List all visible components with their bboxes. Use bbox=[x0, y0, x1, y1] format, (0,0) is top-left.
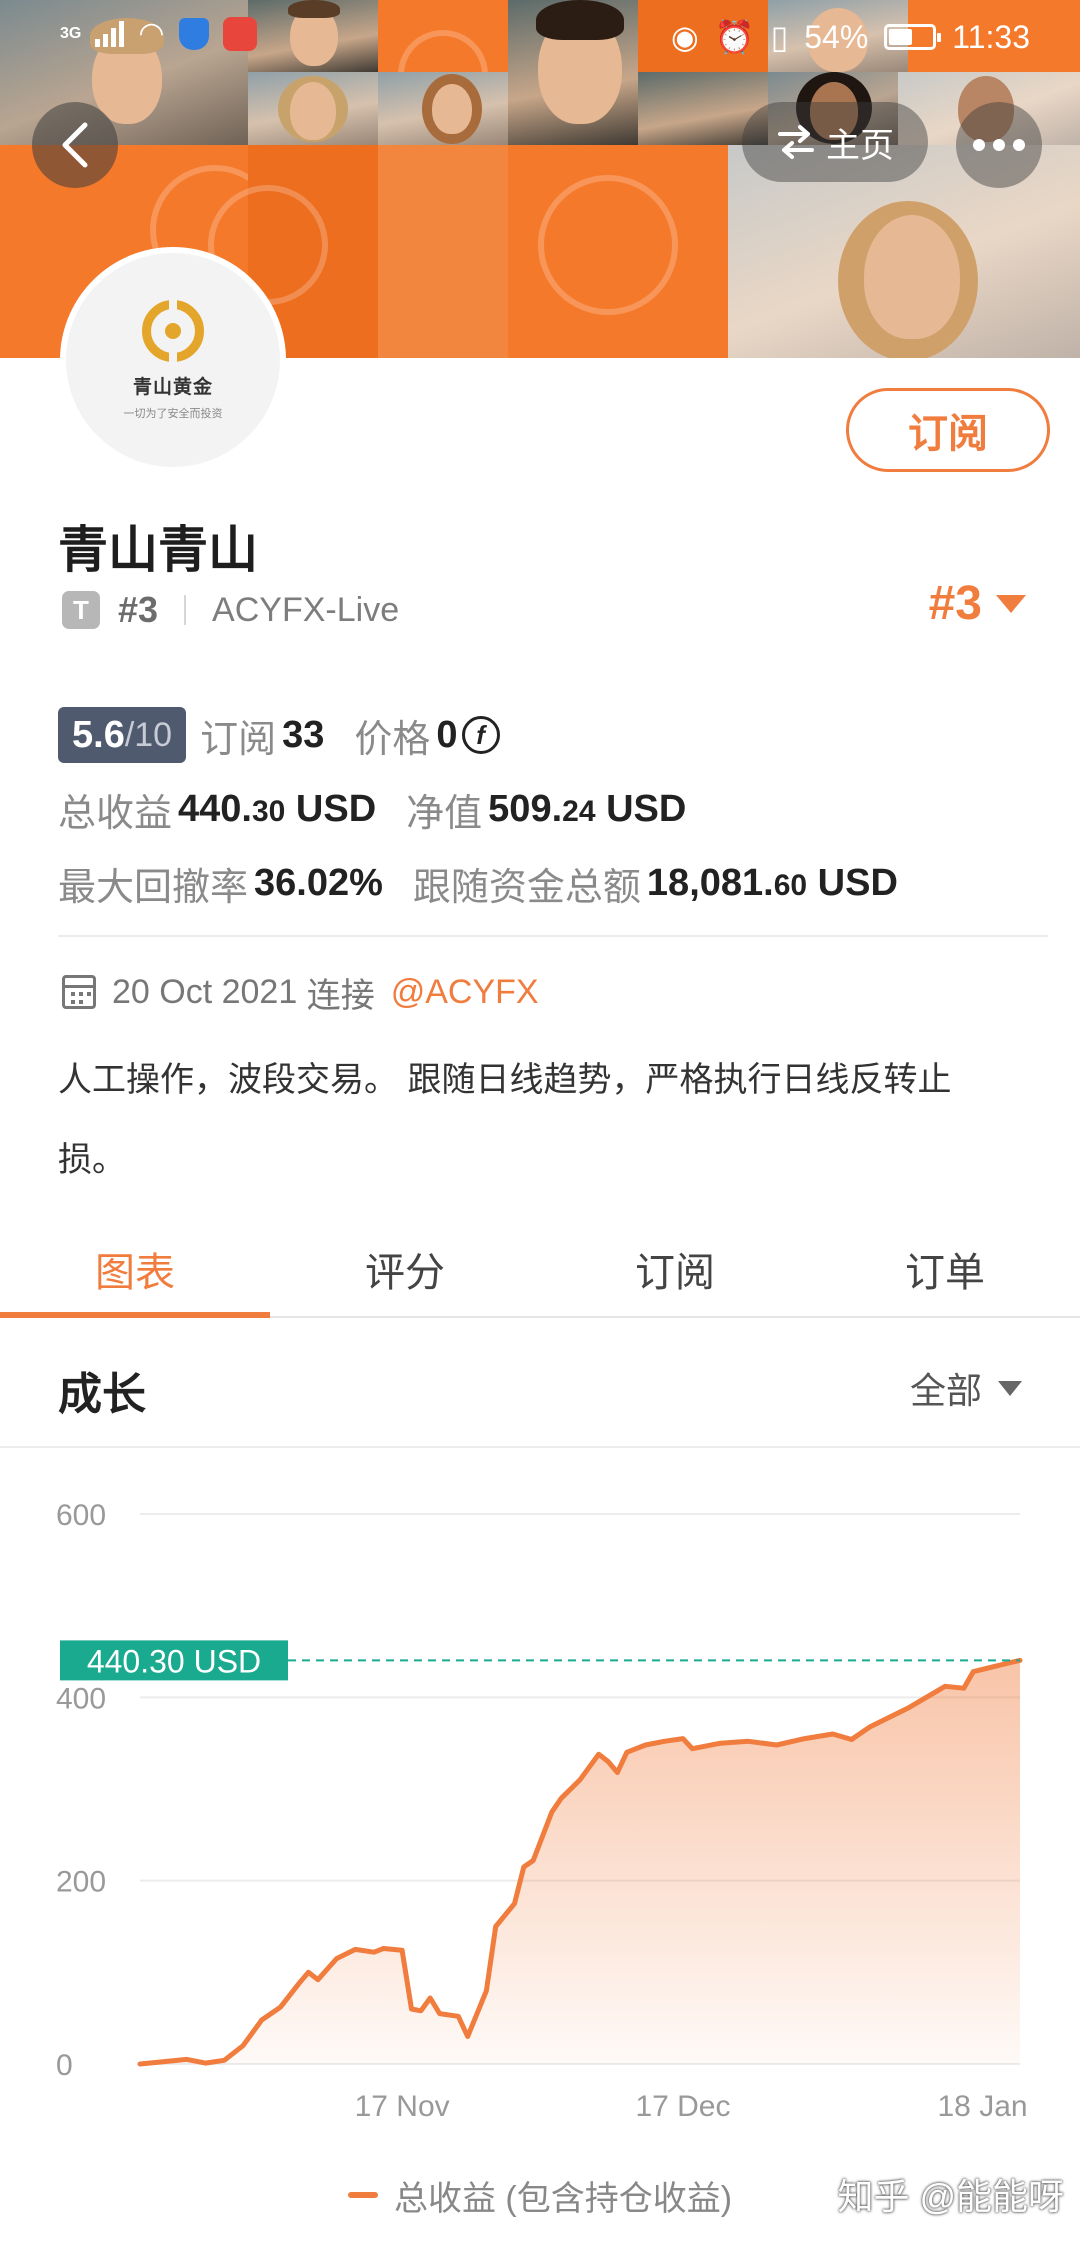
logo-mark-icon bbox=[142, 294, 204, 375]
tab-orders[interactable]: 订单 bbox=[810, 1222, 1080, 1316]
total-profit-int: 440. bbox=[178, 787, 252, 830]
alarm-icon: ⏰ bbox=[714, 19, 755, 55]
growth-chart: 0 200 400 600 17 Nov 17 Dec 18 Jan 440.30 USD bbox=[0, 1450, 1080, 2230]
battery-icon bbox=[884, 24, 942, 50]
y-tick-label: 0 bbox=[56, 2049, 73, 2082]
connection-info: 20 Oct 2021 连接 @ACYFX bbox=[62, 968, 539, 1016]
series-area bbox=[140, 1660, 1020, 2064]
score-value: 5.6 bbox=[72, 713, 125, 756]
follow-funds-dec: 60 bbox=[773, 868, 808, 902]
equity-unit: USD bbox=[606, 787, 687, 830]
banner-photo bbox=[248, 72, 378, 145]
wifi-icon: ◠ bbox=[138, 17, 165, 50]
trader-name: 青山青山 bbox=[58, 522, 258, 578]
score-badge: 5.6/10 bbox=[58, 707, 187, 763]
tab-bar: 图表 评分 订阅 订单 bbox=[0, 1222, 1080, 1318]
subscribers-value: 33 bbox=[282, 713, 325, 756]
vibrate-icon: ▯ bbox=[770, 19, 789, 55]
equity-value: 509.24 USD bbox=[488, 788, 686, 831]
drawdown-value: 36.02% bbox=[254, 861, 383, 904]
x-tick-label: 17 Nov bbox=[355, 2090, 450, 2123]
status-bar: 3G ◠ ◉ ⏰ ▯ 54% 11:33 bbox=[0, 0, 1080, 72]
range-value: 全部 bbox=[909, 1370, 982, 1411]
calendar-icon bbox=[62, 975, 96, 1009]
tab-rating[interactable]: 评分 bbox=[270, 1222, 540, 1316]
equity-dec: 24 bbox=[562, 794, 596, 828]
y-tick-label: 600 bbox=[56, 1499, 106, 1532]
eye-icon: ◉ bbox=[670, 19, 699, 55]
equity-int: 509. bbox=[488, 787, 563, 830]
x-tick-label: 18 Jan bbox=[938, 2090, 1028, 2123]
legend-label: 总收益 (包含持仓收益) bbox=[393, 2179, 733, 2218]
y-tick-label: 400 bbox=[56, 1682, 106, 1715]
score-max: /10 bbox=[124, 715, 173, 754]
home-label: 主页 bbox=[826, 126, 894, 165]
price-value: 0 bbox=[436, 713, 458, 756]
broker-link[interactable]: @ACYFX bbox=[391, 973, 539, 1012]
price-label: 价格 bbox=[354, 718, 431, 761]
caret-down-icon bbox=[998, 1380, 1022, 1396]
swap-icon bbox=[778, 125, 814, 159]
home-button[interactable]: 主页 bbox=[742, 102, 928, 182]
strategy-description: 人工操作，波段交易。 跟随日线趋势，严格执行日线反转止损。 bbox=[58, 1061, 952, 1179]
total-profit-value: 440.30 USD bbox=[178, 788, 376, 831]
logo-subtitle: 一切为了安全而投资 bbox=[123, 407, 223, 420]
tab-chart[interactable]: 图表 bbox=[0, 1222, 270, 1318]
weibo-app-icon bbox=[222, 16, 257, 51]
caret-down-icon bbox=[996, 594, 1026, 613]
chevron-left-icon bbox=[62, 122, 88, 168]
broker-name: ACYFX-Live bbox=[212, 590, 400, 629]
x-tick-label: 17 Dec bbox=[635, 2090, 730, 2123]
banner-photo bbox=[378, 72, 508, 145]
growth-chart-svg: 0 200 400 600 17 Nov 17 Dec 18 Jan 440.30 USD bbox=[56, 1499, 1028, 2123]
divider bbox=[58, 935, 1048, 937]
rank-selector[interactable]: #3 bbox=[929, 576, 1026, 631]
growth-header: 成长 全部 bbox=[0, 1320, 1080, 1448]
network-type: 3G bbox=[60, 24, 82, 42]
section-title: 成长 bbox=[58, 1370, 146, 1419]
stats-panel: 5.6/10 订阅 33 价格 0 f 总收益 440.30 USD 净值 50… bbox=[58, 698, 928, 920]
more-button[interactable] bbox=[956, 102, 1042, 188]
equity-label: 净值 bbox=[406, 792, 483, 835]
logo-title: 青山黄金 bbox=[132, 376, 213, 398]
account-type-badge: T bbox=[62, 591, 100, 629]
follow-funds-int: 18,081. bbox=[646, 861, 774, 904]
connect-label: 连接 bbox=[306, 976, 375, 1015]
tab-subscribe[interactable]: 订阅 bbox=[540, 1222, 810, 1316]
battery-percent: 54% bbox=[804, 18, 869, 55]
shield-app-icon bbox=[178, 17, 209, 50]
subscribers-label: 订阅 bbox=[200, 718, 277, 761]
back-button[interactable] bbox=[32, 102, 118, 188]
avatar: 青山黄金 一切为了安全而投资 bbox=[60, 247, 286, 473]
connect-date: 20 Oct 2021 bbox=[112, 972, 298, 1011]
trader-meta: T #3 ACYFX-Live bbox=[62, 588, 399, 632]
rank-small: #3 bbox=[118, 589, 159, 630]
total-profit-label: 总收益 bbox=[58, 792, 173, 835]
rank-big: #3 bbox=[928, 577, 982, 630]
subscribe-button[interactable]: 订阅 bbox=[846, 388, 1050, 472]
coin-icon: f bbox=[461, 716, 500, 754]
total-profit-dec: 30 bbox=[251, 794, 286, 828]
watermark: 知乎 @能能呀 bbox=[837, 2176, 1064, 2217]
range-dropdown[interactable]: 全部 bbox=[910, 1362, 1022, 1414]
current-value-label: 440.30 USD bbox=[87, 1643, 261, 1679]
y-tick-label: 200 bbox=[56, 1866, 106, 1899]
more-dots-icon bbox=[973, 139, 985, 151]
banner-tile bbox=[378, 145, 508, 358]
total-profit-unit: USD bbox=[295, 787, 377, 830]
clock: 11:33 bbox=[952, 18, 1030, 55]
legend-swatch bbox=[347, 2192, 378, 2198]
signal-icon bbox=[95, 20, 125, 47]
banner-tile bbox=[508, 145, 728, 358]
divider bbox=[184, 595, 187, 625]
drawdown-label: 最大回撤率 bbox=[58, 866, 249, 909]
follow-funds-unit: USD bbox=[817, 861, 898, 904]
follow-funds-label: 跟随资金总额 bbox=[412, 866, 641, 909]
follow-funds-value: 18,081.60 USD bbox=[647, 862, 898, 905]
